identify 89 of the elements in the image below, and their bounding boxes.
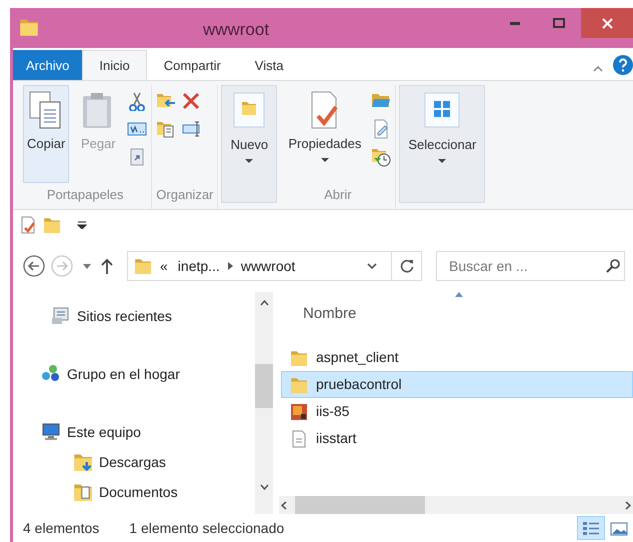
column-header[interactable]: Nombre	[303, 302, 356, 326]
ribbon-group-label: Organizar	[156, 187, 214, 202]
caret-icon	[83, 264, 91, 268]
copy-to-icon	[156, 119, 176, 139]
toolbar-button[interactable]	[127, 91, 148, 111]
back-icon	[23, 255, 45, 277]
ribbon-tab[interactable]: Compartir	[146, 50, 238, 80]
details-view-button[interactable]	[577, 516, 605, 540]
new-folder-icon	[43, 216, 61, 234]
search-box[interactable]: Buscar en ...	[436, 251, 625, 281]
search-icon	[606, 259, 620, 273]
collapsed-group-panel[interactable]: Seleccionar	[399, 85, 486, 203]
refresh-icon	[400, 259, 414, 273]
rename-icon	[182, 119, 202, 139]
properties-button[interactable]: Propiedades	[284, 85, 366, 183]
nav-item[interactable]: Documentos	[13, 478, 255, 506]
chevron-down-icon	[367, 263, 377, 269]
scroll-right-button[interactable]	[625, 500, 631, 510]
recent-places-icon	[51, 306, 71, 326]
customize-menu-icon[interactable]	[77, 221, 87, 229]
file-row[interactable]: pruebacontrol	[281, 371, 633, 398]
ribbon-group-label: Abrir	[324, 187, 352, 202]
documents-folder-icon	[73, 482, 93, 502]
ribbon-group-label: Portapapeles	[46, 187, 124, 202]
minimize-icon	[510, 22, 520, 24]
window-title: wwwroot	[202, 20, 270, 39]
file-row[interactable]: iis-85	[281, 398, 633, 425]
breadcrumb-overflow[interactable]: «	[158, 256, 170, 276]
folder-icon	[290, 376, 308, 394]
details-view-icon	[582, 520, 600, 536]
downloads-folder-icon	[73, 452, 93, 472]
forward-icon	[51, 255, 73, 277]
close-icon	[602, 18, 612, 28]
chevron-down-icon	[260, 484, 268, 490]
selection-status: 1 elemento seleccionado	[129, 518, 284, 538]
scrollbar-thumb[interactable]	[255, 364, 273, 408]
file-menu-tab[interactable]: Archivo	[13, 50, 82, 80]
scroll-left-button[interactable]	[281, 500, 287, 510]
file-row[interactable]: iisstart	[281, 425, 633, 452]
back-button[interactable]	[23, 255, 45, 277]
cut-icon	[127, 91, 148, 111]
large-icons-view-icon	[610, 520, 628, 536]
computer-icon	[41, 422, 61, 442]
address-bar[interactable]: « inetp... wwwroot	[127, 251, 422, 281]
collapse-ribbon-button[interactable]	[593, 66, 603, 72]
properties-icon[interactable]	[19, 216, 37, 234]
chevron-up-icon	[260, 300, 268, 306]
item-count: 4 elementos	[23, 518, 100, 538]
chevron-right-icon	[625, 500, 631, 510]
breadcrumb-segment[interactable]: wwwroot	[238, 256, 298, 276]
document-icon	[290, 430, 308, 448]
nav-item[interactable]: Este equipo	[13, 418, 255, 446]
select-button[interactable]: Seleccionar	[404, 86, 480, 184]
maximize-icon	[553, 18, 565, 28]
chevron-left-icon	[281, 500, 287, 510]
nav-item[interactable]: Grupo en el hogar	[13, 360, 255, 388]
scroll-up-button[interactable]	[260, 300, 268, 306]
new-button[interactable]: Nuevo	[226, 86, 272, 184]
toolbar-button[interactable]	[182, 119, 202, 139]
folder-icon	[19, 17, 39, 37]
file-row[interactable]: aspnet_client	[281, 344, 633, 371]
folder-icon	[134, 257, 152, 275]
up-arrow-icon	[101, 258, 113, 274]
scrollbar-thumb[interactable]	[295, 496, 425, 514]
ribbon-tab[interactable]: Vista	[238, 50, 300, 80]
up-button[interactable]	[101, 258, 113, 274]
ribbon-tab[interactable]: Inicio	[82, 50, 147, 80]
nav-item[interactable]: Descargas	[13, 448, 255, 476]
folder-icon	[290, 348, 308, 366]
image-file-icon	[290, 402, 308, 420]
recent-locations-button[interactable]	[83, 264, 91, 268]
breadcrumb-segment[interactable]: inetp...	[176, 256, 222, 276]
search-field[interactable]: Buscar en ...	[447, 254, 606, 278]
homegroup-icon	[41, 364, 61, 384]
breadcrumb-arrow-icon	[228, 262, 233, 270]
chevron-up-icon	[593, 66, 603, 72]
vertical-scrollbar[interactable]	[255, 292, 273, 514]
collapsed-group-panel[interactable]: Nuevo	[221, 85, 278, 203]
copy-button[interactable]: Copiar	[23, 85, 70, 183]
toolbar-button[interactable]	[156, 119, 176, 139]
scroll-down-button[interactable]	[260, 484, 268, 490]
help-button[interactable]	[613, 55, 633, 75]
toolbar-button[interactable]	[371, 147, 392, 167]
sort-arrow-icon	[455, 292, 463, 297]
history-icon	[371, 147, 392, 167]
nav-item[interactable]: Sitios recientes	[13, 302, 255, 330]
close-button[interactable]	[581, 8, 633, 38]
horizontal-scrollbar[interactable]	[279, 496, 633, 514]
address-dropdown-button[interactable]	[367, 263, 377, 269]
